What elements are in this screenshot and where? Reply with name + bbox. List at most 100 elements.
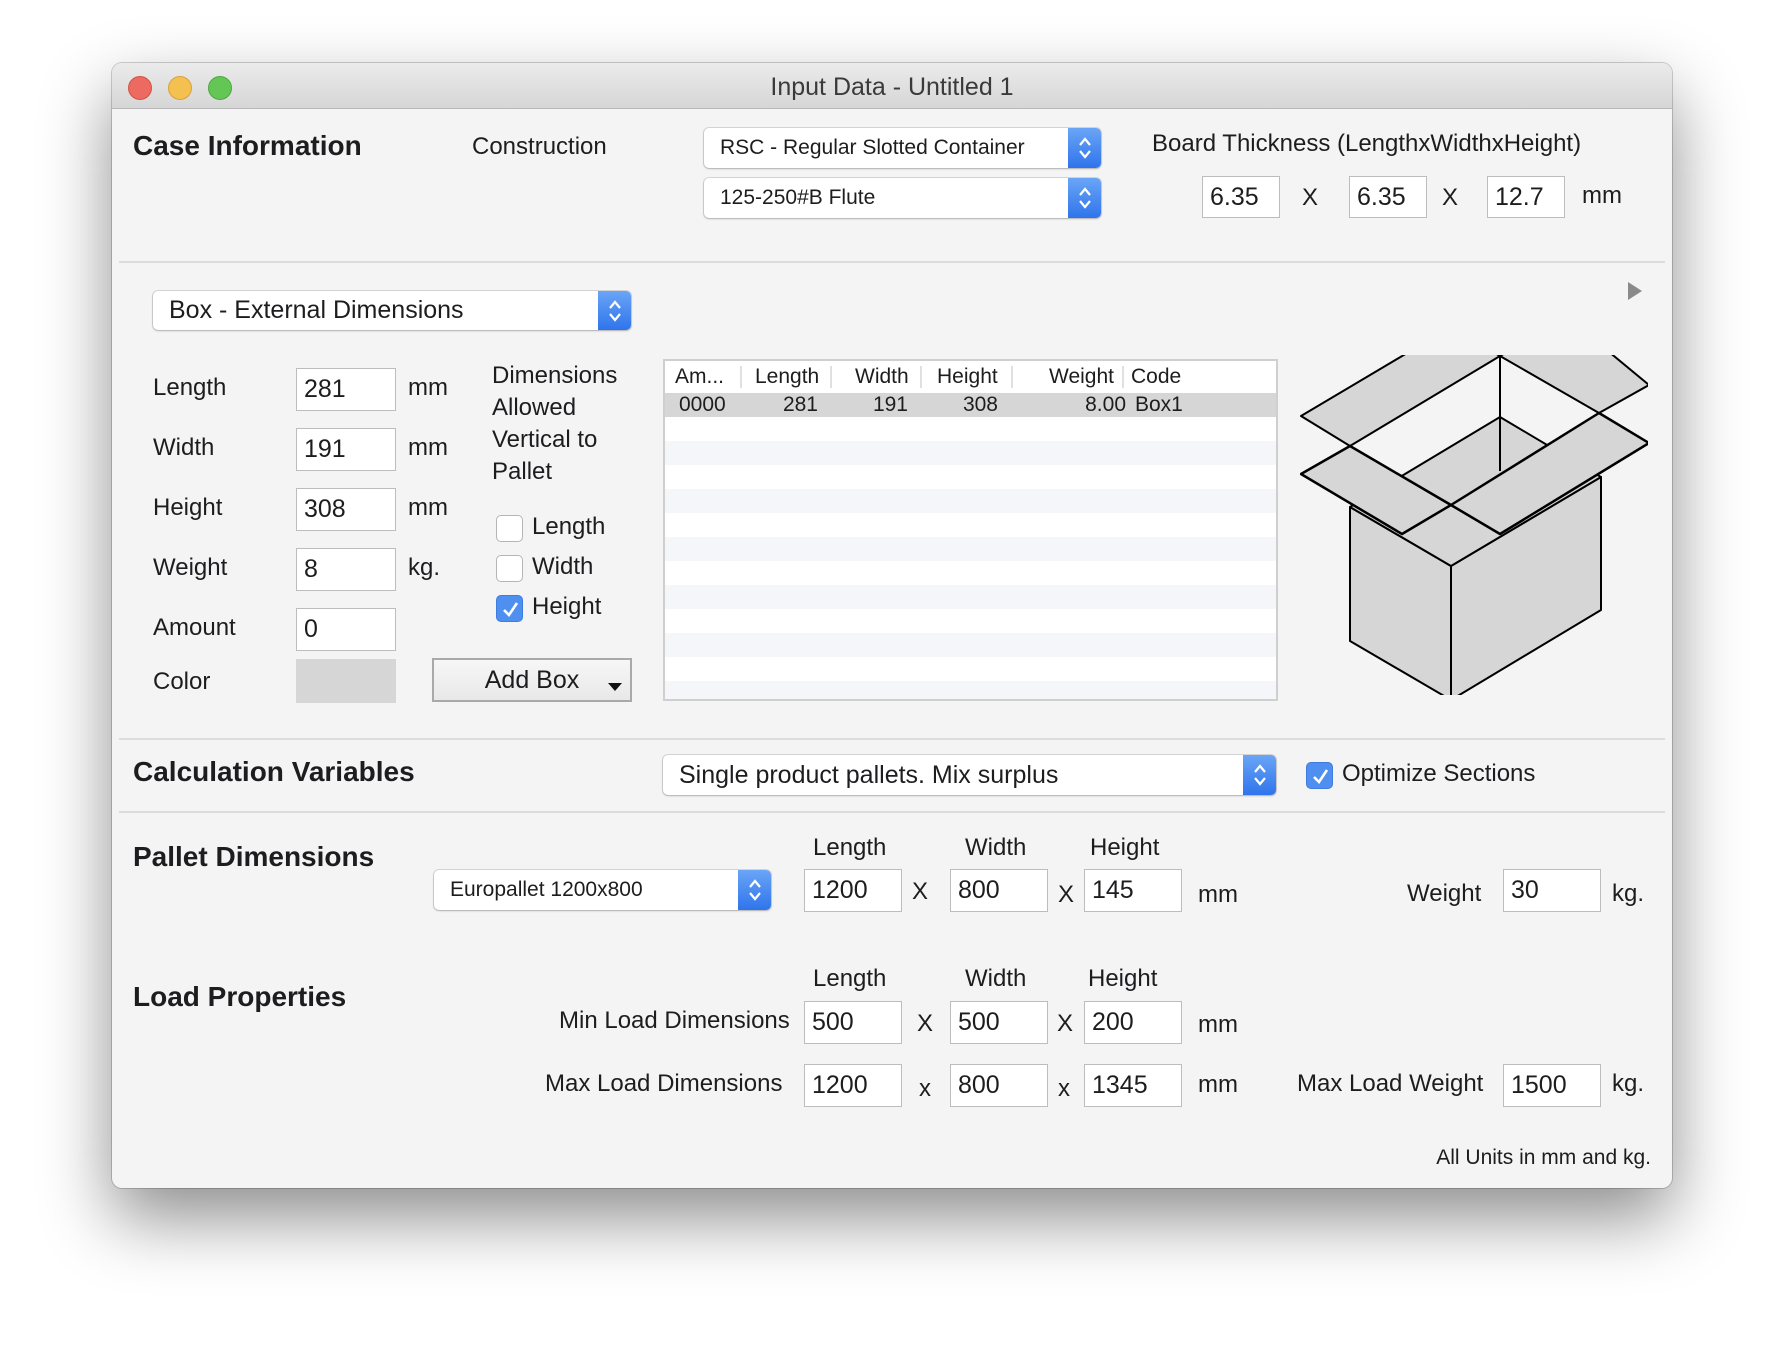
table-row-empty[interactable] bbox=[665, 441, 1276, 465]
table-row-empty[interactable] bbox=[665, 465, 1276, 489]
table-row-empty[interactable] bbox=[665, 657, 1276, 681]
thickness-unit: mm bbox=[1582, 182, 1622, 209]
table-row-empty[interactable] bbox=[665, 585, 1276, 609]
box-field-label: Amount bbox=[153, 614, 236, 641]
box-length-input[interactable]: 281 bbox=[296, 368, 396, 411]
vertical-heading-line: Pallet bbox=[492, 458, 553, 485]
disclosure-triangle-icon[interactable] bbox=[1627, 281, 1643, 306]
add-box-label: Add Box bbox=[484, 665, 580, 694]
box-mode-value: Box - External Dimensions bbox=[169, 296, 464, 324]
dimensions-allowed-vertical-heading: Dimensions Allowed Vertical to Pallet bbox=[492, 360, 617, 488]
max-load-dimensions-label: Max Load Dimensions bbox=[545, 1070, 783, 1097]
table-header: Am... Length Width Height Weight Code bbox=[665, 361, 1276, 393]
vertical-option-label: Length bbox=[532, 513, 606, 540]
box-field-label: Length bbox=[153, 374, 227, 401]
pallet-length-input[interactable]: 1200 bbox=[804, 869, 902, 912]
max-load-weight-unit: kg. bbox=[1612, 1070, 1645, 1097]
box-back-right-flap bbox=[1499, 355, 1648, 414]
table-row-empty[interactable] bbox=[665, 681, 1276, 699]
calculation-mode-value: Single product pallets. Mix surplus bbox=[679, 760, 1059, 789]
box-field-label: Height bbox=[153, 494, 223, 521]
pallet-length-column-label: Length bbox=[813, 834, 887, 861]
box-field-unit: kg. bbox=[408, 554, 441, 581]
column-header-height[interactable]: Height bbox=[937, 365, 998, 389]
column-header-code[interactable]: Code bbox=[1131, 365, 1181, 389]
pallet-height-input[interactable]: 145 bbox=[1084, 869, 1182, 912]
cell-amount: 0000 bbox=[679, 393, 726, 416]
max-load-width-input[interactable]: 800 bbox=[950, 1064, 1048, 1107]
column-header-amount[interactable]: Am... bbox=[675, 365, 724, 389]
box-field-unit: mm bbox=[408, 494, 448, 521]
column-header-length[interactable]: Length bbox=[755, 365, 819, 389]
dropdown-arrow-icon bbox=[608, 683, 622, 691]
construction-label: Construction bbox=[472, 133, 607, 160]
thickness-width-input[interactable]: 6.35 bbox=[1349, 176, 1427, 218]
min-load-height-input[interactable]: 200 bbox=[1084, 1001, 1182, 1044]
flute-select-value: 125-250#B Flute bbox=[720, 186, 876, 209]
box-color-swatch[interactable] bbox=[296, 659, 396, 703]
table-row-empty[interactable] bbox=[665, 537, 1276, 561]
checkmark-icon bbox=[1313, 769, 1329, 785]
box-height-input[interactable]: 308 bbox=[296, 488, 396, 531]
pallet-width-column-label: Width bbox=[965, 834, 1027, 861]
add-box-button[interactable]: Add Box bbox=[432, 658, 632, 702]
column-divider bbox=[1122, 366, 1124, 388]
board-thickness-label: Board Thickness (LengthxWidthxHeight) bbox=[1152, 130, 1582, 157]
column-divider bbox=[830, 366, 832, 388]
table-row-empty[interactable] bbox=[665, 417, 1276, 441]
thickness-length-input[interactable]: 6.35 bbox=[1202, 176, 1280, 218]
table-row-empty[interactable] bbox=[665, 561, 1276, 585]
title-bar[interactable]: Input Data - Untitled 1 bbox=[112, 63, 1672, 109]
min-load-unit: mm bbox=[1198, 1011, 1238, 1038]
pallet-type-value: Europallet 1200x800 bbox=[450, 878, 643, 901]
table-row-empty[interactable] bbox=[665, 489, 1276, 513]
input-data-window: Input Data - Untitled 1 Case Information… bbox=[112, 63, 1672, 1188]
pallet-x-separator: X bbox=[912, 878, 929, 905]
pallet-x-separator: X bbox=[1058, 881, 1075, 908]
pallet-width-input[interactable]: 800 bbox=[950, 869, 1048, 912]
vertical-length-checkbox[interactable] bbox=[496, 515, 523, 542]
min-load-width-input[interactable]: 500 bbox=[950, 1001, 1048, 1044]
thickness-height-input[interactable]: 12.7 bbox=[1487, 176, 1565, 218]
optimize-sections-checkbox[interactable] bbox=[1306, 762, 1333, 789]
box-amount-input[interactable]: 0 bbox=[296, 608, 396, 651]
min-load-length-input[interactable]: 500 bbox=[804, 1001, 902, 1044]
open-box-illustration bbox=[1300, 355, 1648, 695]
max-load-weight-input[interactable]: 1500 bbox=[1503, 1064, 1601, 1107]
pallet-dimension-unit: mm bbox=[1198, 881, 1238, 908]
cell-length: 281 bbox=[782, 393, 818, 416]
cell-code: Box1 bbox=[1135, 393, 1183, 416]
vertical-width-checkbox[interactable] bbox=[496, 555, 523, 582]
load-height-column-label: Height bbox=[1088, 965, 1158, 992]
pallet-weight-input[interactable]: 30 bbox=[1503, 869, 1601, 912]
table-row-empty[interactable] bbox=[665, 609, 1276, 633]
table-row-empty[interactable] bbox=[665, 513, 1276, 537]
table-row[interactable]: 0000 281 191 308 8.00 Box1 bbox=[665, 393, 1276, 417]
box-weight-input[interactable]: 8 bbox=[296, 548, 396, 591]
window-title: Input Data - Untitled 1 bbox=[770, 73, 1014, 101]
column-header-weight[interactable]: Weight bbox=[1049, 365, 1114, 389]
flute-select[interactable]: 125-250#B Flute bbox=[704, 178, 1101, 218]
updown-chevron-icon bbox=[1243, 755, 1276, 795]
box-dimension-mode-select[interactable]: Box - External Dimensions bbox=[153, 291, 631, 330]
load-x-separator: X bbox=[1057, 1010, 1074, 1037]
column-divider bbox=[920, 366, 922, 388]
column-header-width[interactable]: Width bbox=[855, 365, 909, 389]
max-load-height-input[interactable]: 1345 bbox=[1084, 1064, 1182, 1107]
calculation-mode-select[interactable]: Single product pallets. Mix surplus bbox=[663, 755, 1276, 795]
column-divider bbox=[740, 366, 742, 388]
box-list-table[interactable]: Am... Length Width Height Weight Code 00… bbox=[663, 359, 1278, 701]
vertical-height-checkbox[interactable] bbox=[496, 595, 523, 622]
pallet-dimensions-heading: Pallet Dimensions bbox=[133, 841, 375, 872]
max-load-length-input[interactable]: 1200 bbox=[804, 1064, 902, 1107]
table-row-empty[interactable] bbox=[665, 633, 1276, 657]
load-properties-heading: Load Properties bbox=[133, 981, 347, 1012]
load-length-column-label: Length bbox=[813, 965, 887, 992]
section-divider bbox=[119, 261, 1665, 263]
pallet-type-select[interactable]: Europallet 1200x800 bbox=[434, 870, 771, 910]
max-load-weight-label: Max Load Weight bbox=[1297, 1070, 1484, 1097]
vertical-heading-line: Dimensions bbox=[492, 362, 618, 389]
box-width-input[interactable]: 191 bbox=[296, 428, 396, 471]
construction-select[interactable]: RSC - Regular Slotted Container bbox=[704, 128, 1101, 168]
units-footnote: All Units in mm and kg. bbox=[1436, 1146, 1651, 1169]
